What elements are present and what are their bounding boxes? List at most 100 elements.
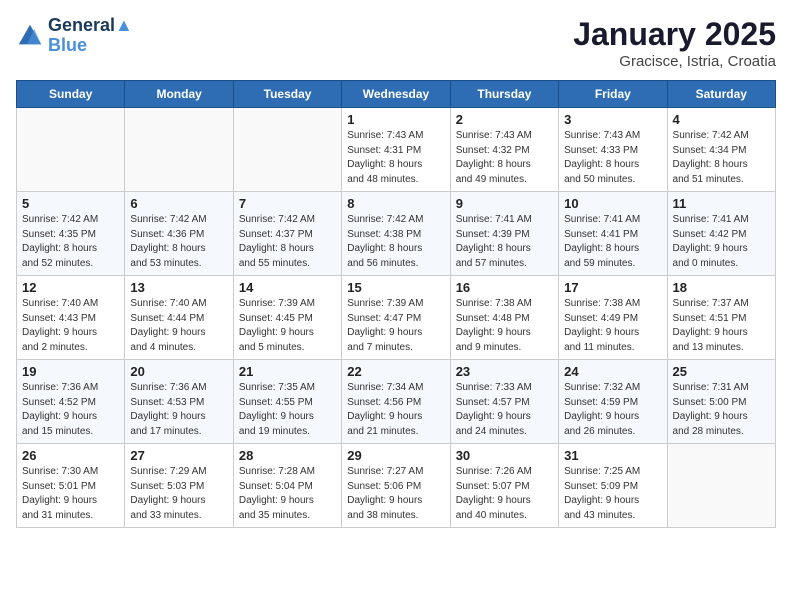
calendar-cell: 12 Sunrise: 7:40 AM Sunset: 4:43 PM Dayli… bbox=[17, 276, 125, 360]
day-number: 25 bbox=[673, 364, 770, 379]
calendar-cell: 14Sunrise: 7:39 AM Sunset: 4:45 PM Dayli… bbox=[233, 276, 341, 360]
page-header: General▲ Blue January 2025 Gracisce, Ist… bbox=[16, 16, 776, 70]
calendar-cell: 22 Sunrise: 7:34 AM Sunset: 4:56 PM Dayli… bbox=[342, 360, 450, 444]
calendar-cell: 15 Sunrise: 7:39 AM Sunset: 4:47 PM Dayli… bbox=[342, 276, 450, 360]
weekday-header-sunday: Sunday bbox=[17, 81, 125, 108]
day-number: 19 bbox=[22, 364, 119, 379]
day-number: 4 bbox=[673, 112, 770, 127]
calendar-cell: 8 Sunrise: 7:42 AM Sunset: 4:38 PM Daylig… bbox=[342, 192, 450, 276]
logo: General▲ Blue bbox=[16, 16, 133, 56]
day-number: 21 bbox=[239, 364, 336, 379]
week-row-5: 26 Sunrise: 7:30 AM Sunset: 5:01 PM Dayli… bbox=[17, 444, 776, 528]
weekday-header-friday: Friday bbox=[559, 81, 667, 108]
day-number: 12 bbox=[22, 280, 119, 295]
day-info: Sunrise: 7:30 AM Sunset: 5:01 PM Dayligh… bbox=[22, 465, 119, 523]
week-row-3: 12 Sunrise: 7:40 AM Sunset: 4:43 PM Dayli… bbox=[17, 276, 776, 360]
day-info: Sunrise: 7:26 AM Sunset: 5:07 PM Dayligh… bbox=[456, 465, 553, 523]
day-info: Sunrise: 7:33 AM Sunset: 4:57 PM Dayligh… bbox=[456, 381, 553, 439]
calendar-cell: 11Sunrise: 7:41 AM Sunset: 4:42 PM Dayli… bbox=[667, 192, 775, 276]
day-info: Sunrise: 7:34 AM Sunset: 4:56 PM Dayligh… bbox=[347, 381, 444, 439]
day-info: Sunrise: 7:25 AM Sunset: 5:09 PM Dayligh… bbox=[564, 465, 661, 523]
day-number: 28 bbox=[239, 448, 336, 463]
day-number: 18 bbox=[673, 280, 770, 295]
day-number: 9 bbox=[456, 196, 553, 211]
day-number: 5 bbox=[22, 196, 119, 211]
weekday-header-row: SundayMondayTuesdayWednesdayThursdayFrid… bbox=[17, 81, 776, 108]
day-info: Sunrise: 7:35 AM Sunset: 4:55 PM Dayligh… bbox=[239, 381, 336, 439]
calendar-cell: 27Sunrise: 7:29 AM Sunset: 5:03 PM Dayli… bbox=[125, 444, 233, 528]
calendar-cell: 7Sunrise: 7:42 AM Sunset: 4:37 PM Daylig… bbox=[233, 192, 341, 276]
week-row-2: 5 Sunrise: 7:42 AM Sunset: 4:35 PM Daylig… bbox=[17, 192, 776, 276]
logo-text: General▲ Blue bbox=[48, 16, 133, 56]
weekday-header-monday: Monday bbox=[125, 81, 233, 108]
day-info: Sunrise: 7:42 AM Sunset: 4:37 PM Dayligh… bbox=[239, 213, 336, 271]
main-title: January 2025 bbox=[573, 16, 776, 53]
day-number: 10 bbox=[564, 196, 661, 211]
calendar-cell bbox=[17, 108, 125, 192]
day-number: 29 bbox=[347, 448, 444, 463]
day-number: 26 bbox=[22, 448, 119, 463]
calendar-cell: 25 Sunrise: 7:31 AM Sunset: 5:00 PM Dayli… bbox=[667, 360, 775, 444]
day-number: 23 bbox=[456, 364, 553, 379]
calendar-cell: 29 Sunrise: 7:27 AM Sunset: 5:06 PM Dayli… bbox=[342, 444, 450, 528]
calendar-cell: 21 Sunrise: 7:35 AM Sunset: 4:55 PM Dayli… bbox=[233, 360, 341, 444]
calendar-cell: 26 Sunrise: 7:30 AM Sunset: 5:01 PM Dayli… bbox=[17, 444, 125, 528]
day-number: 16 bbox=[456, 280, 553, 295]
day-number: 6 bbox=[130, 196, 227, 211]
calendar-cell: 17 Sunrise: 7:38 AM Sunset: 4:49 PM Dayli… bbox=[559, 276, 667, 360]
calendar-cell: 9 Sunrise: 7:41 AM Sunset: 4:39 PM Daylig… bbox=[450, 192, 558, 276]
calendar-cell: 10 Sunrise: 7:41 AM Sunset: 4:41 PM Dayli… bbox=[559, 192, 667, 276]
day-number: 22 bbox=[347, 364, 444, 379]
day-info: Sunrise: 7:43 AM Sunset: 4:33 PM Dayligh… bbox=[564, 129, 661, 187]
calendar-cell: 18 Sunrise: 7:37 AM Sunset: 4:51 PM Dayli… bbox=[667, 276, 775, 360]
day-info: Sunrise: 7:36 AM Sunset: 4:52 PM Dayligh… bbox=[22, 381, 119, 439]
day-info: Sunrise: 7:28 AM Sunset: 5:04 PM Dayligh… bbox=[239, 465, 336, 523]
day-number: 17 bbox=[564, 280, 661, 295]
day-info: Sunrise: 7:41 AM Sunset: 4:39 PM Dayligh… bbox=[456, 213, 553, 271]
weekday-header-tuesday: Tuesday bbox=[233, 81, 341, 108]
day-info: Sunrise: 7:40 AM Sunset: 4:43 PM Dayligh… bbox=[22, 297, 119, 355]
day-number: 30 bbox=[456, 448, 553, 463]
calendar-cell: 1Sunrise: 7:43 AM Sunset: 4:31 PM Daylig… bbox=[342, 108, 450, 192]
day-number: 1 bbox=[347, 112, 444, 127]
calendar-cell bbox=[233, 108, 341, 192]
day-number: 13 bbox=[130, 280, 227, 295]
calendar-cell: 23 Sunrise: 7:33 AM Sunset: 4:57 PM Dayli… bbox=[450, 360, 558, 444]
day-number: 24 bbox=[564, 364, 661, 379]
weekday-header-wednesday: Wednesday bbox=[342, 81, 450, 108]
title-block: January 2025 Gracisce, Istria, Croatia bbox=[573, 16, 776, 70]
calendar-cell: 2Sunrise: 7:43 AM Sunset: 4:32 PM Daylig… bbox=[450, 108, 558, 192]
day-info: Sunrise: 7:41 AM Sunset: 4:41 PM Dayligh… bbox=[564, 213, 661, 271]
calendar-cell: 20Sunrise: 7:36 AM Sunset: 4:53 PM Dayli… bbox=[125, 360, 233, 444]
calendar-cell: 13Sunrise: 7:40 AM Sunset: 4:44 PM Dayli… bbox=[125, 276, 233, 360]
calendar-cell: 3Sunrise: 7:43 AM Sunset: 4:33 PM Daylig… bbox=[559, 108, 667, 192]
day-number: 15 bbox=[347, 280, 444, 295]
day-number: 11 bbox=[673, 196, 770, 211]
day-info: Sunrise: 7:42 AM Sunset: 4:38 PM Dayligh… bbox=[347, 213, 444, 271]
day-info: Sunrise: 7:39 AM Sunset: 4:47 PM Dayligh… bbox=[347, 297, 444, 355]
calendar-cell: 24Sunrise: 7:32 AM Sunset: 4:59 PM Dayli… bbox=[559, 360, 667, 444]
day-info: Sunrise: 7:39 AM Sunset: 4:45 PM Dayligh… bbox=[239, 297, 336, 355]
calendar-cell: 16 Sunrise: 7:38 AM Sunset: 4:48 PM Dayli… bbox=[450, 276, 558, 360]
day-info: Sunrise: 7:31 AM Sunset: 5:00 PM Dayligh… bbox=[673, 381, 770, 439]
day-number: 31 bbox=[564, 448, 661, 463]
day-info: Sunrise: 7:38 AM Sunset: 4:48 PM Dayligh… bbox=[456, 297, 553, 355]
day-info: Sunrise: 7:38 AM Sunset: 4:49 PM Dayligh… bbox=[564, 297, 661, 355]
day-number: 2 bbox=[456, 112, 553, 127]
day-info: Sunrise: 7:42 AM Sunset: 4:36 PM Dayligh… bbox=[130, 213, 227, 271]
calendar-cell: 30 Sunrise: 7:26 AM Sunset: 5:07 PM Dayli… bbox=[450, 444, 558, 528]
day-info: Sunrise: 7:27 AM Sunset: 5:06 PM Dayligh… bbox=[347, 465, 444, 523]
day-info: Sunrise: 7:37 AM Sunset: 4:51 PM Dayligh… bbox=[673, 297, 770, 355]
week-row-4: 19 Sunrise: 7:36 AM Sunset: 4:52 PM Dayli… bbox=[17, 360, 776, 444]
calendar-cell: 19 Sunrise: 7:36 AM Sunset: 4:52 PM Dayli… bbox=[17, 360, 125, 444]
day-info: Sunrise: 7:42 AM Sunset: 4:34 PM Dayligh… bbox=[673, 129, 770, 187]
day-info: Sunrise: 7:29 AM Sunset: 5:03 PM Dayligh… bbox=[130, 465, 227, 523]
calendar-cell bbox=[667, 444, 775, 528]
day-info: Sunrise: 7:42 AM Sunset: 4:35 PM Dayligh… bbox=[22, 213, 119, 271]
day-number: 8 bbox=[347, 196, 444, 211]
calendar-cell: 6 Sunrise: 7:42 AM Sunset: 4:36 PM Daylig… bbox=[125, 192, 233, 276]
logo-icon bbox=[16, 22, 44, 50]
weekday-header-thursday: Thursday bbox=[450, 81, 558, 108]
day-info: Sunrise: 7:36 AM Sunset: 4:53 PM Dayligh… bbox=[130, 381, 227, 439]
weekday-header-saturday: Saturday bbox=[667, 81, 775, 108]
